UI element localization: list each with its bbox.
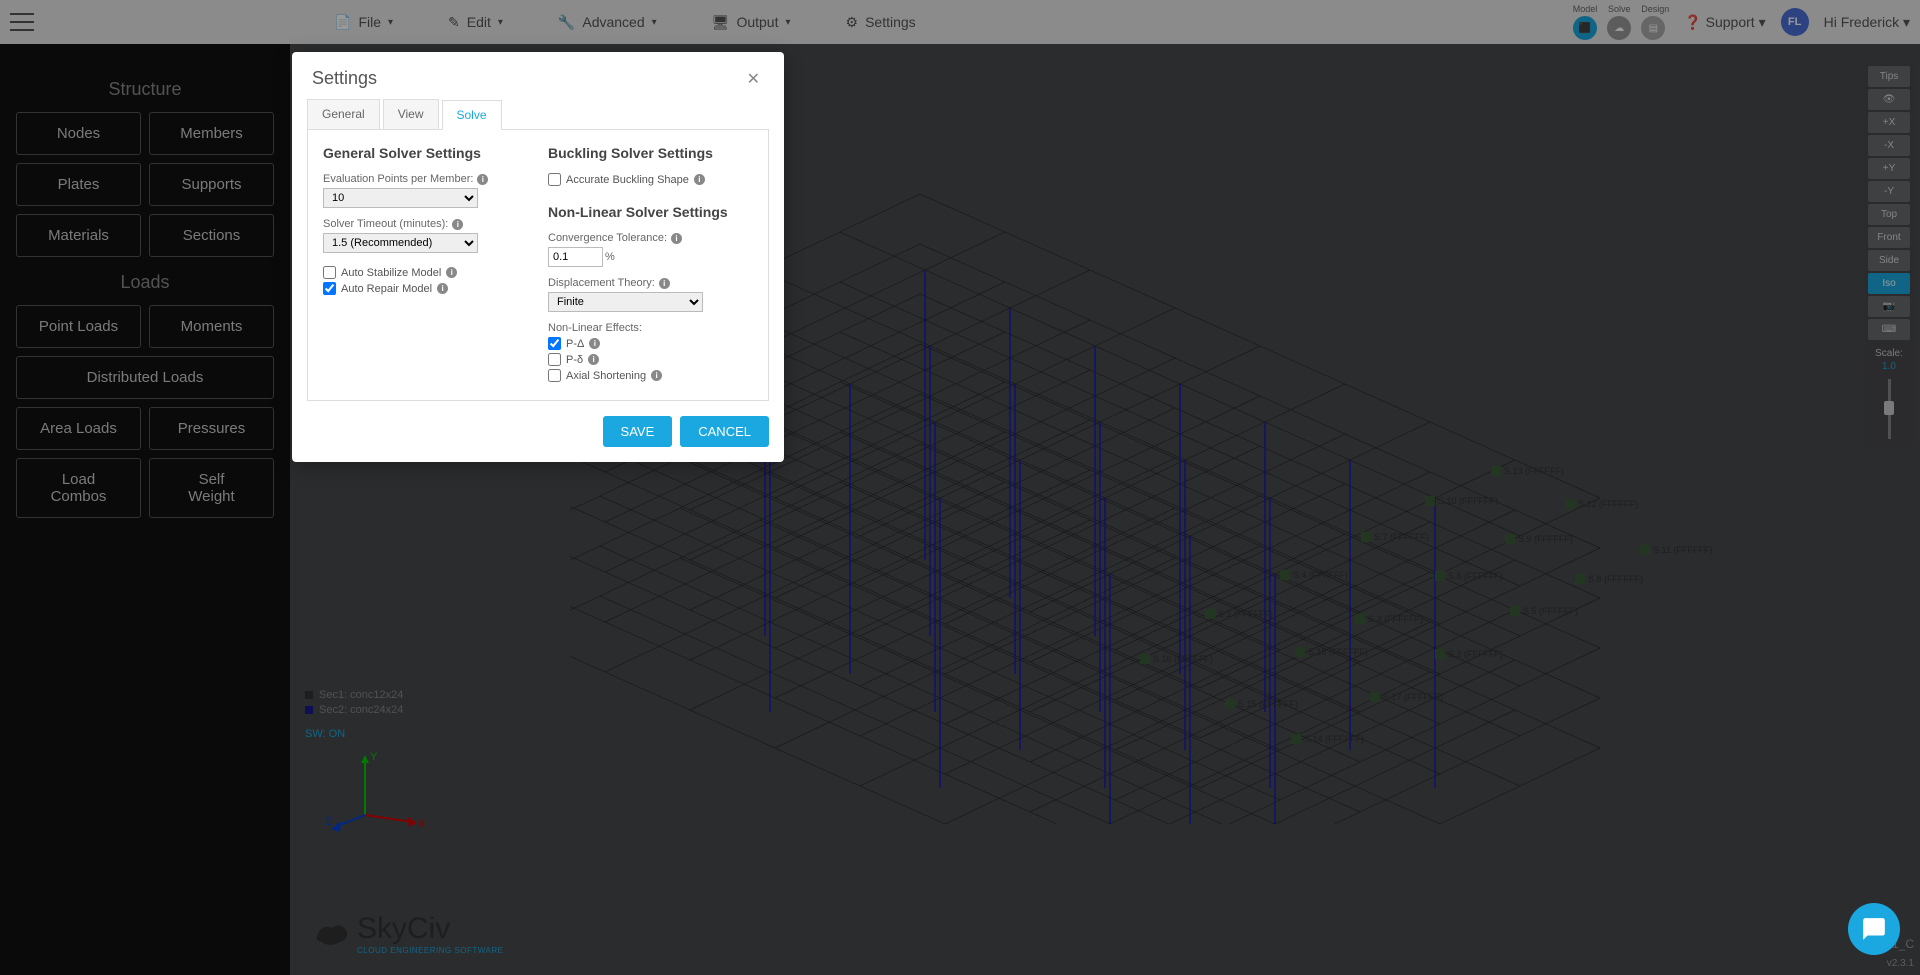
tab-view[interactable]: View	[383, 99, 439, 129]
info-icon[interactable]: i	[437, 283, 448, 294]
info-icon[interactable]: i	[659, 278, 670, 289]
info-icon[interactable]: i	[671, 233, 682, 244]
p-delta-cap-checkbox[interactable]	[548, 337, 561, 350]
modal-title: Settings	[312, 68, 377, 89]
info-icon[interactable]: i	[651, 370, 662, 381]
solver-timeout-label: Solver Timeout (minutes): i	[323, 218, 528, 230]
p-delta-small-checkbox[interactable]	[548, 353, 561, 366]
settings-modal: Settings ✕ General View Solve General So…	[292, 52, 784, 462]
general-solver-heading: General Solver Settings	[323, 145, 528, 161]
eval-points-label: Evaluation Points per Member: i	[323, 173, 528, 185]
eval-points-select[interactable]: 10	[323, 188, 478, 208]
auto-stabilize-checkbox[interactable]	[323, 266, 336, 279]
info-icon[interactable]: i	[452, 219, 463, 230]
info-icon[interactable]: i	[477, 174, 488, 185]
accurate-buckling-checkbox[interactable]	[548, 173, 561, 186]
tab-solve[interactable]: Solve	[442, 100, 502, 130]
chat-button[interactable]	[1848, 903, 1900, 955]
nonlinear-heading: Non-Linear Solver Settings	[548, 204, 753, 220]
cancel-button[interactable]: CANCEL	[680, 416, 769, 447]
info-icon[interactable]: i	[694, 174, 705, 185]
nonlinear-effects-label: Non-Linear Effects:	[548, 322, 753, 334]
displacement-label: Displacement Theory: i	[548, 277, 753, 289]
tab-general[interactable]: General	[307, 99, 380, 129]
convergence-label: Convergence Tolerance: i	[548, 232, 753, 244]
modal-overlay	[0, 0, 1920, 975]
auto-repair-checkbox[interactable]	[323, 282, 336, 295]
axial-shortening-checkbox[interactable]	[548, 369, 561, 382]
buckling-heading: Buckling Solver Settings	[548, 145, 753, 161]
info-icon[interactable]: i	[589, 338, 600, 349]
convergence-input[interactable]	[548, 247, 603, 267]
info-icon[interactable]: i	[446, 267, 457, 278]
save-button[interactable]: SAVE	[603, 416, 673, 447]
displacement-select[interactable]: Finite	[548, 292, 703, 312]
solver-timeout-select[interactable]: 1.5 (Recommended)	[323, 233, 478, 253]
info-icon[interactable]: i	[588, 354, 599, 365]
modal-close-button[interactable]: ✕	[743, 69, 764, 89]
